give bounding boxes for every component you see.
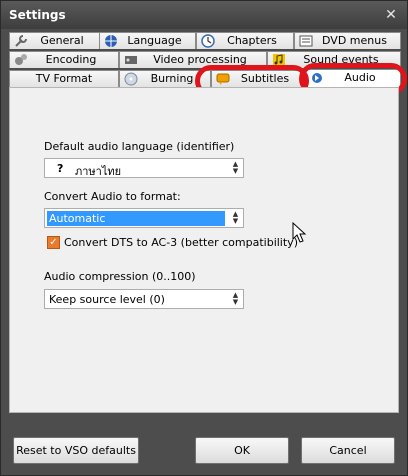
tab-label: Encoding	[45, 53, 97, 66]
convert-dts-label: Convert DTS to AC-3 (better compatibilit…	[64, 236, 298, 249]
audio-compression-select[interactable]: Keep source level (0) ▲ ▼	[44, 289, 244, 309]
spin-arrows-icon: ▲ ▼	[232, 160, 239, 175]
button-bar: Reset to VSO defaults OK Cancel	[1, 413, 407, 475]
tab-label: DVD menus	[322, 34, 387, 47]
tab-tv-format[interactable]: TV Format	[9, 70, 119, 87]
title-bar: Settings ✕	[1, 1, 407, 29]
ok-button[interactable]: OK	[195, 437, 289, 464]
mouse-cursor-icon	[292, 222, 307, 243]
tab-general[interactable]: General	[9, 32, 101, 49]
tab-label: General	[40, 34, 84, 47]
tab-chapters[interactable]: Chapters	[196, 32, 294, 49]
tab-language[interactable]: Language	[99, 32, 196, 49]
default-audio-language-label: Default audio language (identifier)	[44, 140, 235, 153]
tab-label: Chapters	[227, 34, 277, 47]
convert-audio-format-select[interactable]: Automatic ▲ ▼	[44, 208, 244, 228]
close-icon[interactable]: ✕	[383, 7, 399, 23]
audio-settings-panel: Default audio language (identifier) ? ภา…	[9, 87, 399, 413]
tab-label: TV Format	[35, 72, 93, 85]
window-title: Settings	[9, 8, 66, 22]
spin-arrows-icon: ▲ ▼	[232, 291, 239, 306]
convert-audio-label: Convert Audio to format:	[44, 190, 181, 203]
reset-defaults-button[interactable]: Reset to VSO defaults	[13, 437, 139, 464]
audio-compression-value: Keep source level (0)	[49, 293, 165, 306]
tab-dvd-menus[interactable]: DVD menus	[294, 32, 401, 49]
spin-arrows-icon: ▲ ▼	[232, 210, 239, 225]
default-audio-language-select[interactable]: ? ภาษาไทย ▲ ▼	[44, 158, 244, 178]
language-unknown-icon: ?	[57, 162, 64, 175]
audio-compression-label: Audio compression (0..100)	[44, 270, 196, 283]
cancel-button[interactable]: Cancel	[301, 437, 395, 464]
default-audio-language-value: ภาษาไทย	[75, 165, 122, 178]
convert-audio-format-value: Automatic	[47, 211, 225, 226]
convert-dts-checkbox[interactable]: ✓	[47, 236, 60, 249]
tab-encoding[interactable]: Encoding	[9, 51, 119, 68]
settings-window: Settings ✕ General Language Chapters DVD…	[0, 0, 408, 476]
tab-label: Language	[127, 34, 182, 47]
